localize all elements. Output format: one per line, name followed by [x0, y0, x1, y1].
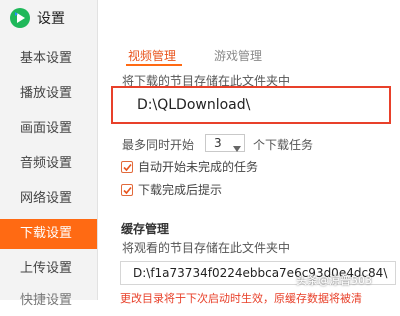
download-complete-option[interactable]: 下载完成后提示 [121, 181, 222, 198]
sidebar: 设置 基本设置 播放设置 画面设置 音频设置 网络设置 下载设置 上传设置 快捷… [0, 0, 98, 308]
settings-header: 设置 [9, 6, 65, 30]
cache-warning-text: 更改目录将于下次启动时生效，原缓存数据将被清 [120, 292, 362, 305]
watermark: 头条@涼普503 [296, 274, 372, 287]
download-complete-checkbox[interactable] [121, 183, 133, 196]
active-tab-indicator [126, 64, 182, 66]
cache-section-title: 缓存管理 [121, 222, 170, 236]
tab-game-management[interactable]: 游戏管理 [214, 47, 262, 64]
settings-content: 视频管理 游戏管理 将下载的节目存储在此文件夹中 D:\QLDownload\ … [98, 0, 400, 305]
download-path-value: D:\QLDownload\ [137, 97, 251, 113]
auto-start-option[interactable]: 自动开始未完成的任务 [121, 158, 258, 175]
sidebar-item-basic[interactable]: 基本设置 [0, 44, 97, 74]
sidebar-item-upload[interactable]: 上传设置 [0, 254, 97, 284]
sidebar-item-picture[interactable]: 画面设置 [0, 114, 97, 144]
settings-title: 设置 [37, 11, 65, 27]
auto-start-checkbox[interactable] [121, 160, 133, 173]
tab-video-management[interactable]: 视频管理 [128, 47, 176, 64]
cache-folder-label: 将观看的节目存储在此文件夹中 [122, 241, 291, 255]
max-download-select[interactable]: 3 [205, 134, 245, 152]
check-icon [123, 163, 132, 171]
sidebar-item-download[interactable]: 下载设置 [0, 219, 97, 249]
check-icon [123, 186, 132, 194]
max-download-suffix: 个下载任务 [253, 138, 314, 152]
sidebar-item-shortcut[interactable]: 快捷设置 [0, 286, 97, 316]
max-download-value: 3 [214, 136, 222, 150]
auto-start-label: 自动开始未完成的任务 [138, 160, 259, 174]
video-play-logo-icon [9, 7, 31, 29]
download-complete-label: 下载完成后提示 [138, 183, 223, 197]
sidebar-item-playback[interactable]: 播放设置 [0, 79, 97, 109]
download-path-field[interactable]: D:\QLDownload\ [111, 86, 391, 124]
chevron-down-icon [233, 140, 241, 152]
sidebar-item-network[interactable]: 网络设置 [0, 184, 97, 214]
max-download-label: 最多同时开始 [122, 138, 195, 152]
sidebar-item-audio[interactable]: 音频设置 [0, 149, 97, 179]
